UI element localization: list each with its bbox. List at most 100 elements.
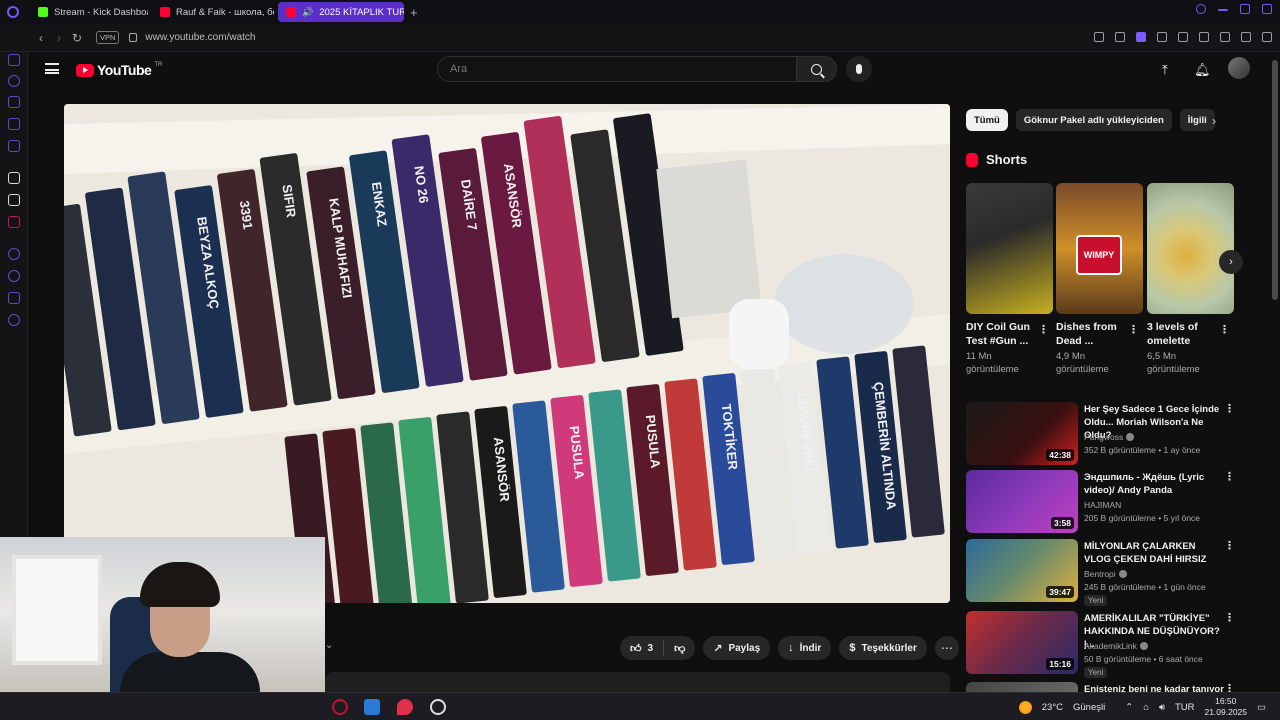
menu-icon[interactable] (1262, 32, 1272, 42)
share-icon: ↗ (713, 642, 723, 655)
chip-related[interactable]: İlgili (1179, 109, 1215, 131)
short-card[interactable]: WIMPY Dishes from Dead ... 4,9 Mn görünt… (1056, 183, 1143, 376)
extensions-sidebar-icon[interactable] (8, 292, 20, 304)
dislike-button[interactable]: 👎︎ (664, 642, 695, 655)
notification-icon[interactable]: ▭ (1257, 702, 1266, 713)
voice-search-button[interactable] (846, 56, 872, 82)
recommendation-item[interactable]: Enişteniz beni ne kadar tanıyor ⋮ (966, 682, 1256, 692)
recommendation-item[interactable]: 15:16 AMERİKALILAR "TÜRKİYE" HAKKINDA NE… (966, 611, 1256, 678)
account-avatar[interactable] (1228, 57, 1250, 79)
youtube-logo[interactable]: YouTube TR (76, 62, 162, 78)
more-actions-button[interactable]: ⋯ (934, 636, 959, 660)
search-input[interactable] (438, 57, 796, 81)
store-icon[interactable] (8, 96, 20, 108)
search-tabs-icon[interactable] (1196, 4, 1206, 14)
messenger-icon[interactable] (8, 54, 20, 66)
input-language[interactable]: TUR (1175, 702, 1195, 713)
explorer-taskbar-icon[interactable] (364, 699, 380, 715)
tab-kick[interactable]: Stream - Kick Dashboard (30, 2, 148, 22)
short-menu-icon[interactable]: ⋮ (1038, 323, 1049, 336)
search-button[interactable] (796, 56, 837, 82)
recommendation-item[interactable]: 39:47 MİLYONLAR ÇALARKEN VLOG ÇEKEN DAHİ… (966, 539, 1256, 606)
short-card[interactable]: DIY Coil Gun Test #Gun ... 11 Mn görüntü… (966, 183, 1053, 376)
minimize-icon[interactable] (1218, 9, 1228, 11)
snapshot-icon[interactable] (1115, 32, 1125, 42)
settings-icon[interactable] (8, 314, 20, 326)
tab-rauf-faik[interactable]: Rauf & Faik - школа, бер (152, 2, 274, 22)
chips-next-icon[interactable]: › (1212, 114, 1216, 128)
reload-button[interactable]: ↻ (68, 31, 86, 45)
bookmark-icon[interactable] (1094, 32, 1104, 42)
create-upload-icon[interactable]: ⤒ (1162, 62, 1168, 78)
short-thumbnail (1147, 183, 1234, 314)
new-tab-button[interactable]: + (410, 5, 418, 20)
vpn-badge[interactable]: VPN (96, 31, 120, 44)
download-button[interactable]: ↓ İndir (778, 636, 832, 660)
short-menu-icon[interactable]: ⋮ (1219, 323, 1230, 336)
heart-icon[interactable] (1178, 32, 1188, 42)
opera-gx-taskbar-icon[interactable] (332, 699, 348, 715)
play-icon[interactable] (1157, 32, 1167, 42)
download-icon[interactable] (1241, 32, 1251, 42)
app-taskbar-icon[interactable] (397, 699, 413, 715)
video-menu-icon[interactable]: ⋮ (1224, 402, 1235, 415)
shield-icon[interactable] (1136, 32, 1146, 42)
shorts-heading: Shorts (966, 152, 1027, 167)
page-scrollbar[interactable] (1272, 60, 1278, 690)
opera-logo-icon[interactable] (0, 0, 26, 24)
youtube-play-icon (76, 63, 94, 77)
tiktok-icon[interactable] (8, 172, 20, 184)
related-filter-chips: Tümü Göknur Pakel adlı yükleyiciden İlgi… (966, 109, 1215, 131)
maximize-icon[interactable] (1240, 4, 1250, 14)
channel-label: Pangwoss (1084, 432, 1124, 442)
weather-desc[interactable]: Güneşli (1073, 702, 1105, 713)
close-icon[interactable] (1262, 4, 1272, 14)
extensions-icon[interactable] (1199, 32, 1209, 42)
description-box[interactable] (325, 672, 950, 692)
video-menu-icon[interactable]: ⋮ (1224, 470, 1235, 483)
weather-temp[interactable]: 23°C (1042, 702, 1063, 713)
scrollbar-thumb[interactable] (1272, 60, 1278, 300)
tab-kitaplik-turu[interactable]: 🔊 2025 KİTAPLIK TURU (278, 2, 404, 22)
lock-icon[interactable] (129, 33, 138, 42)
short-card[interactable]: 3 levels of omelette 6,5 Mn görüntüleme … (1147, 183, 1234, 376)
history-icon[interactable] (8, 75, 20, 87)
forward-button[interactable]: › (50, 31, 68, 45)
tray-expand-icon[interactable]: ⌃ (1125, 702, 1133, 713)
add-icon[interactable] (8, 248, 20, 260)
chip-from-uploader[interactable]: Göknur Pakel adlı yükleyiciden (1015, 109, 1172, 131)
chevron-down-icon[interactable]: ⌄ (325, 640, 333, 651)
obs-taskbar-icon[interactable] (430, 699, 446, 715)
short-thumbnail: WIMPY (1056, 183, 1143, 314)
short-menu-icon[interactable]: ⋮ (1128, 323, 1139, 336)
recommendation-item[interactable]: 42:38 Her Şey Sadece 1 Gece İçinde Oldu.… (966, 402, 1256, 466)
recommendation-item[interactable]: 3:58 Эндшпиль - Ждёшь (Lyric video)/ And… (966, 470, 1256, 534)
thanks-button[interactable]: $ Teşekkürler (839, 636, 927, 660)
shorts-next-button[interactable]: › (1219, 250, 1243, 274)
video-meta: 245 B görüntüleme • 1 gün önce (1084, 582, 1206, 592)
clock-date: 21.09.2025 (1204, 707, 1248, 717)
taskbar-clock[interactable]: 16:50 21.09.2025 (1204, 696, 1247, 718)
like-button[interactable]: 👍︎ 3 (620, 640, 665, 656)
video-thumbnail: 39:47 (966, 539, 1078, 602)
toolbar-icons (1094, 32, 1272, 42)
notifications-bell-icon[interactable]: 🔔︎ (1194, 62, 1211, 78)
video-player[interactable]: BEYZA ALKOÇ 3391 SIFIR KALP MUHAFIZI ENKAZ NO… (64, 104, 950, 603)
mail-icon[interactable] (8, 140, 20, 152)
network-icon[interactable]: ⌂ (1143, 702, 1149, 713)
video-menu-icon[interactable]: ⋮ (1224, 682, 1235, 692)
back-button[interactable]: ‹ (32, 31, 50, 45)
video-menu-icon[interactable]: ⋮ (1224, 539, 1235, 552)
url-field[interactable]: www.youtube.com/watch (145, 32, 255, 43)
clock-time: 16:50 (1215, 696, 1237, 706)
guide-menu-icon[interactable] (45, 63, 59, 74)
x-icon[interactable] (8, 194, 20, 206)
instagram-icon[interactable] (8, 216, 20, 228)
wallet-sidebar-icon[interactable] (8, 118, 20, 130)
chip-all[interactable]: Tümü (966, 109, 1008, 131)
wallet-icon[interactable] (1220, 32, 1230, 42)
volume-icon[interactable]: 🔊︎ (1159, 702, 1165, 713)
share-button[interactable]: ↗ Paylaş (703, 636, 771, 660)
video-menu-icon[interactable]: ⋮ (1224, 611, 1235, 624)
clock-icon[interactable] (8, 270, 20, 282)
